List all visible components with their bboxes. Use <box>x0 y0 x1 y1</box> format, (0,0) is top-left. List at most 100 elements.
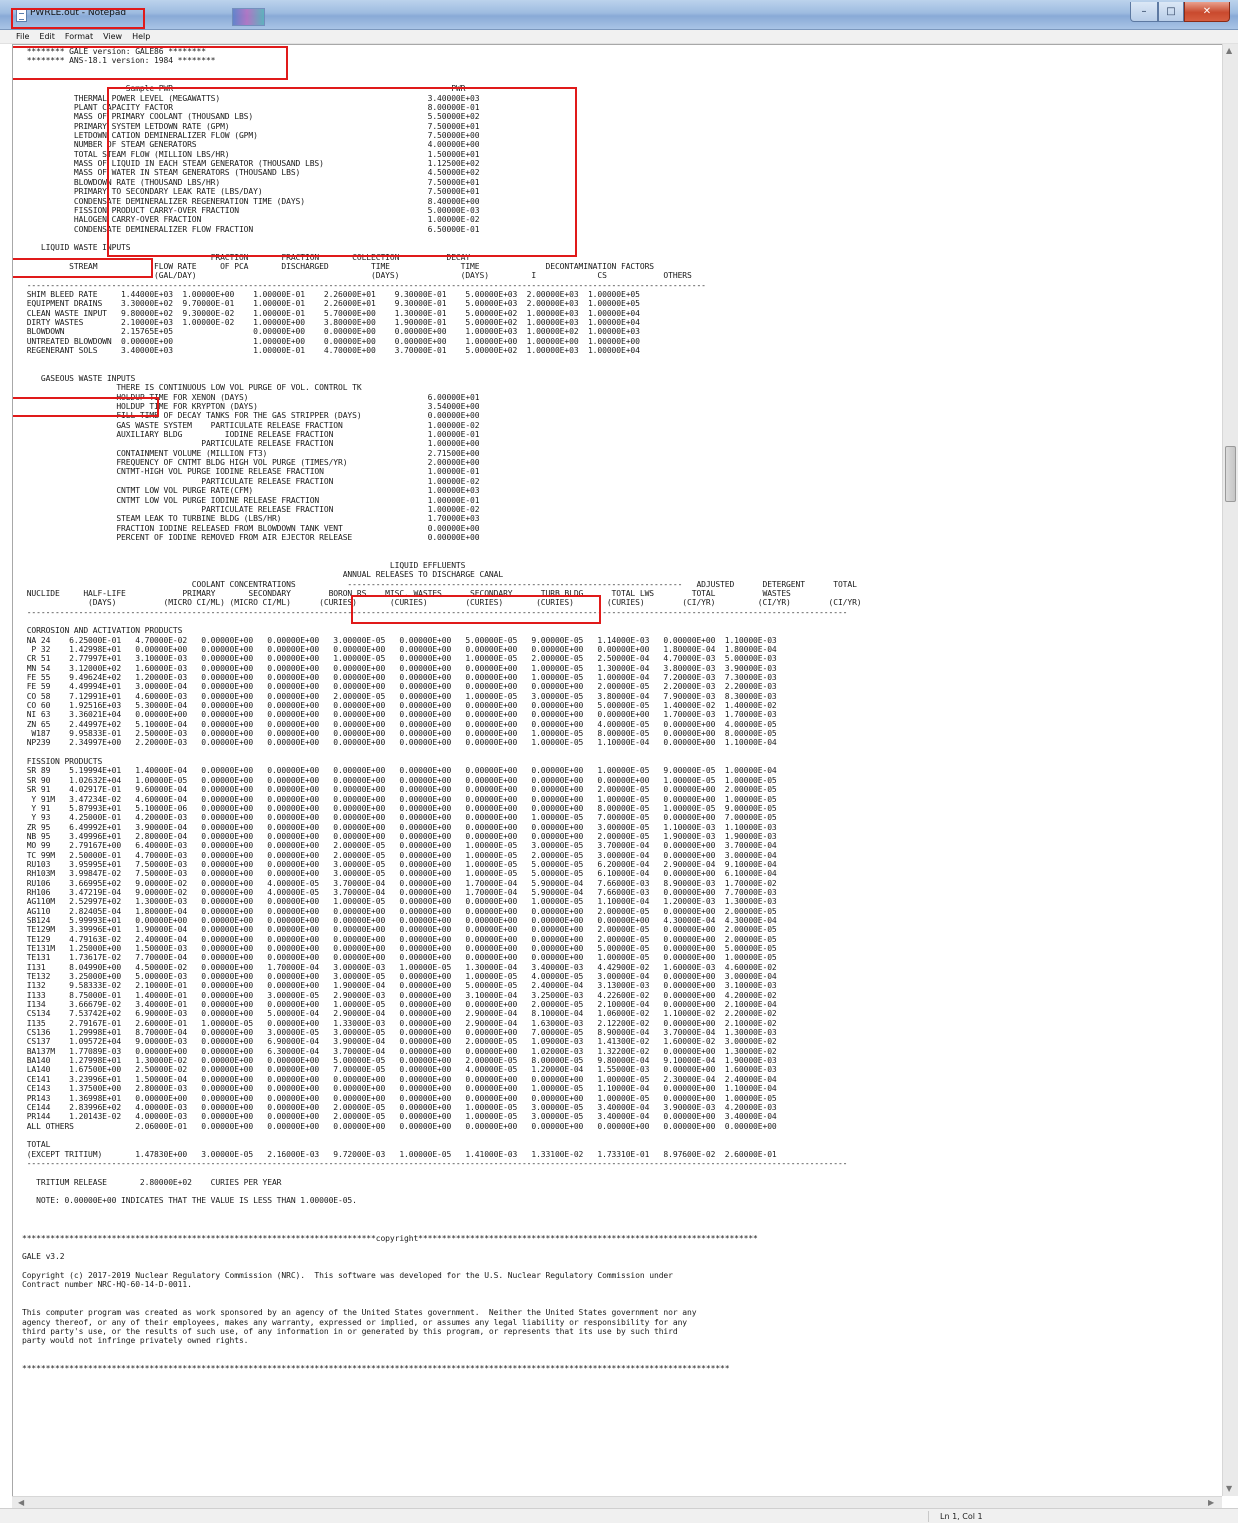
close-button[interactable]: ✕ <box>1184 2 1230 22</box>
scroll-down-icon[interactable]: ▼ <box>1226 1484 1232 1494</box>
document-line: CNTMT-HIGH VOL PURGE IODINE RELEASE FRAC… <box>22 467 480 477</box>
document-line: LA140 1.67500E+00 2.50000E-02 0.00000E+0… <box>22 1065 777 1075</box>
document-line: COOLANT CONCENTRATIONS -----------------… <box>22 579 857 589</box>
document-line: PRIMARY SYSTEM LETDOWN RATE (GPM) 7.5000… <box>22 121 480 131</box>
text-editor-area[interactable]: ******** GALE version: GALE86 ******** *… <box>12 44 1222 1496</box>
document-line: CE141 3.23996E+01 1.50000E-04 0.00000E+0… <box>22 1074 777 1084</box>
document-line: ALL OTHERS 2.06000E-01 0.00000E+00 0.000… <box>22 1121 777 1131</box>
document-line: TOTAL <box>22 1140 51 1150</box>
document-line: PARTICULATE RELEASE FRACTION 1.00000E-02 <box>22 504 480 514</box>
document-line: SR 89 5.19994E+01 1.40000E-04 0.00000E+0… <box>22 766 777 776</box>
document-line: TC 99M 2.50000E-01 4.70000E-03 0.00000E+… <box>22 850 777 860</box>
document-line: RU106 3.66995E+02 9.00000E-02 0.00000E+0… <box>22 878 777 888</box>
document-line: GASEOUS WASTE INPUTS <box>22 374 136 384</box>
document-line: ****************************************… <box>22 1233 758 1243</box>
document-line: AG110 2.82405E-04 1.80000E-04 0.00000E+0… <box>22 906 777 916</box>
menu-bar: File Edit Format View Help <box>0 30 1238 44</box>
document-line: CO 60 1.92516E+03 5.30000E-04 0.00000E+0… <box>22 701 777 711</box>
scroll-right-icon[interactable]: ▶ <box>1208 1497 1214 1508</box>
document-line: CONDENSATE DEMINERALIZER REGENERATION TI… <box>22 196 480 206</box>
document-line: CS137 1.09572E+04 9.00000E-03 0.00000E+0… <box>22 1037 777 1047</box>
document-line: I134 3.66679E-02 3.40000E-01 0.00000E+00… <box>22 1000 777 1010</box>
vertical-scrollbar[interactable]: ▲ ▼ <box>1222 44 1238 1496</box>
menu-file[interactable]: File <box>16 32 29 41</box>
document-line: ----------------------------------------… <box>22 1158 848 1168</box>
document-line: REGENERANT SOLS 3.40000E+03 1.00000E-01 … <box>22 346 640 355</box>
document-line: CNTMT LOW VOL PURGE IODINE RELEASE FRACT… <box>22 495 480 505</box>
document-line: ----------------------------------------… <box>22 607 848 617</box>
document-line: FRACTION FRACTION COLLECTION DECAY <box>22 252 471 262</box>
document-line: TE129 4.79163E-02 2.40000E-04 0.00000E+0… <box>22 934 777 944</box>
document-line: PRIMARY TO SECONDARY LEAK RATE (LBS/DAY)… <box>22 187 480 197</box>
document-line: AG110M 2.52997E+02 1.30000E-03 0.00000E+… <box>22 897 777 907</box>
document-line: party would not infringe privately owned… <box>22 1336 249 1346</box>
menu-help[interactable]: Help <box>132 32 150 41</box>
document-line: LIQUID EFFLUENTS <box>22 560 466 570</box>
document-line: CO 58 7.12991E+01 4.60000E-03 0.00000E+0… <box>22 691 777 701</box>
horizontal-scrollbar[interactable]: ◀ ▶ <box>12 1496 1222 1508</box>
document-line: ZR 95 6.49992E+01 3.90000E-04 0.00000E+0… <box>22 822 777 832</box>
document-line: CS136 1.29998E+01 8.70000E-04 0.00000E+0… <box>22 1028 777 1038</box>
document-line: PR144 1.20143E-02 4.00000E-03 0.00000E+0… <box>22 1112 777 1122</box>
document-line: Copyright (c) 2017-2019 Nuclear Regulato… <box>22 1271 673 1281</box>
document-line: STREAM FLOW RATE OF PCA DISCHARGED TIME … <box>22 261 654 271</box>
document-line: TE132 3.25000E+00 5.00000E-03 0.00000E+0… <box>22 972 777 982</box>
document-text[interactable]: ******** GALE version: GALE86 ******** *… <box>22 47 862 1383</box>
vertical-scroll-thumb[interactable] <box>1225 446 1236 502</box>
document-line: THERMAL POWER LEVEL (MEGAWATTS) 3.40000E… <box>22 93 480 103</box>
document-line: HALOGEN CARRY-OVER FRACTION 1.00000E-02 <box>22 215 480 225</box>
document-line: CONTAINMENT VOLUME (MILLION FT3) 2.71500… <box>22 448 480 458</box>
document-line: SB124 5.99993E+01 0.00000E+00 0.00000E+0… <box>22 915 777 925</box>
document-line: HOLDUP TIME FOR XENON (DAYS) 6.00000E+01 <box>22 392 480 402</box>
cursor-position: Ln 1, Col 1 <box>940 1512 983 1521</box>
document-line: MASS OF PRIMARY COOLANT (THOUSAND LBS) 5… <box>22 112 480 122</box>
document-line: PARTICULATE RELEASE FRACTION 1.00000E-02 <box>22 476 480 486</box>
document-line: PERCENT OF IODINE REMOVED FROM AIR EJECT… <box>22 532 480 542</box>
document-line: CE144 2.83996E+02 4.00000E-03 0.00000E+0… <box>22 1102 777 1112</box>
document-line: FISSION PRODUCT CARRY-OVER FRACTION 5.00… <box>22 205 480 215</box>
document-line: MN 54 3.12000E+02 1.60000E-03 0.00000E+0… <box>22 663 777 673</box>
maximize-button[interactable]: □ <box>1158 2 1184 22</box>
document-line: RU103 3.95995E+01 7.50000E-03 0.00000E+0… <box>22 859 777 869</box>
document-line: NB 95 3.49996E+01 2.80000E-04 0.00000E+0… <box>22 831 777 841</box>
document-line: CONDENSATE DEMINERALIZER FLOW FRACTION 6… <box>22 224 480 234</box>
document-line: PR143 1.36998E+01 0.00000E+00 0.00000E+0… <box>22 1093 777 1103</box>
title-bar[interactable]: PWRLE.out - Notepad – □ ✕ <box>0 0 1238 30</box>
document-line: TOTAL STEAM FLOW (MILLION LBS/HR) 1.5000… <box>22 149 480 159</box>
document-line: I131 8.04990E+00 4.50000E-02 0.00000E+00… <box>22 962 777 972</box>
document-line: I133 8.75000E-01 1.40000E-01 0.00000E+00… <box>22 990 777 1000</box>
menu-edit[interactable]: Edit <box>39 32 55 41</box>
document-line: AUXILIARY BLDG IODINE RELEASE FRACTION 1… <box>22 430 480 440</box>
document-line: TE131M 1.25000E+00 1.50000E-03 0.00000E+… <box>22 944 777 953</box>
document-line: Y 91M 3.47234E-02 4.60000E-04 0.00000E+0… <box>22 794 777 804</box>
document-line: Sample PWR PWR <box>22 84 466 94</box>
document-line: TRITIUM RELEASE 2.80000E+02 CURIES PER Y… <box>22 1177 282 1187</box>
document-line: (GAL/DAY) (DAYS) (DAYS) I CS OTHERS <box>22 271 692 281</box>
document-line: Contract number NRC-HQ-60-14-D-0011. <box>22 1280 192 1290</box>
menu-view[interactable]: View <box>103 32 122 41</box>
minimize-button[interactable]: – <box>1130 2 1158 22</box>
document-line: PARTICULATE RELEASE FRACTION 1.00000E+00 <box>22 439 480 449</box>
document-line: EQUIPMENT DRAINS 3.30000E+02 9.70000E-01… <box>22 299 640 309</box>
document-line: agency thereof, or any of their employee… <box>22 1317 688 1327</box>
document-line: LIQUID WASTE INPUTS <box>22 243 131 253</box>
scroll-left-icon[interactable]: ◀ <box>18 1497 24 1508</box>
document-line: P 32 1.42998E+01 0.00000E+00 0.00000E+00… <box>22 645 777 654</box>
window-controls: – □ ✕ <box>1130 2 1230 22</box>
document-line: CS134 7.53742E+02 6.90000E-03 0.00000E+0… <box>22 1009 777 1019</box>
scroll-up-icon[interactable]: ▲ <box>1226 46 1232 56</box>
document-line: FE 55 9.49624E+02 1.20000E-03 0.00000E+0… <box>22 673 777 683</box>
document-line: FE 59 4.49994E+01 3.00000E-04 0.00000E+0… <box>22 682 777 692</box>
document-line: TE129M 3.39996E+01 1.90000E-04 0.00000E+… <box>22 925 777 935</box>
document-line: GALE v3.2 <box>22 1252 65 1262</box>
document-line: FISSION PRODUCTS <box>22 757 103 767</box>
menu-format[interactable]: Format <box>65 32 93 41</box>
